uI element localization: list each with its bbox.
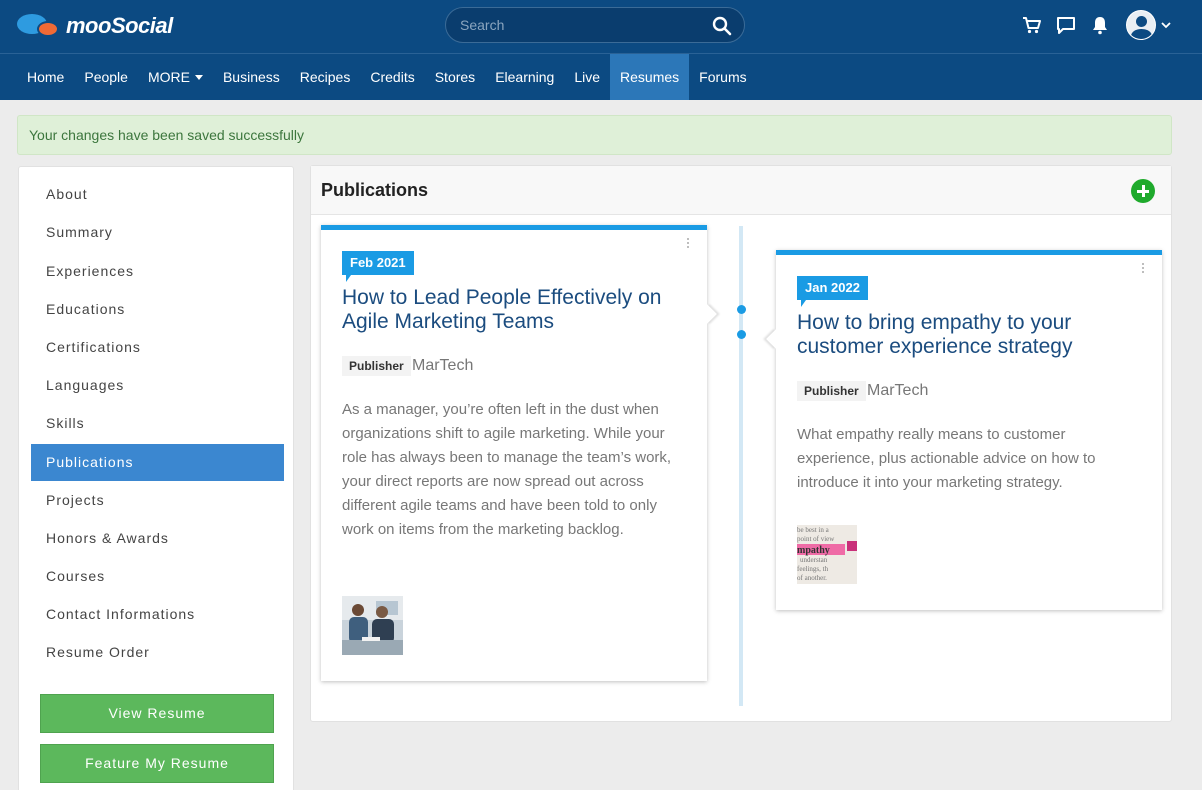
- sidebar-item-experiences[interactable]: Experiences: [31, 253, 284, 290]
- publisher-label: Publisher: [797, 381, 866, 401]
- success-alert: Your changes have been saved successfull…: [17, 115, 1172, 155]
- nav-resumes[interactable]: Resumes: [610, 54, 690, 100]
- add-publication-button[interactable]: [1131, 179, 1155, 203]
- sidebar-item-skills[interactable]: Skills: [31, 405, 284, 442]
- thumb-text: be best in a: [797, 526, 830, 534]
- sidebar-item-educations[interactable]: Educations: [31, 291, 284, 328]
- nav-credits[interactable]: Credits: [360, 54, 424, 100]
- sidebar-item-resume-order[interactable]: Resume Order: [31, 634, 284, 671]
- publication-title[interactable]: How to Lead People Effectively on Agile …: [342, 286, 692, 334]
- nav-elearning[interactable]: Elearning: [485, 54, 564, 100]
- publication-card: Feb 2021 How to Lead People Effectively …: [321, 225, 717, 681]
- sidebar-item-languages[interactable]: Languages: [31, 367, 284, 404]
- card-pointer: [697, 304, 717, 324]
- nav-more-label: MORE: [147, 69, 190, 85]
- sidebar-item-summary[interactable]: Summary: [31, 214, 284, 251]
- chevron-down-icon[interactable]: [1160, 19, 1172, 31]
- nav-stores[interactable]: Stores: [425, 54, 485, 100]
- more-options-icon[interactable]: [1141, 263, 1145, 275]
- page-title: Publications: [321, 180, 429, 200]
- sidebar-item-contact-informations[interactable]: Contact Informations: [31, 596, 284, 633]
- chat-icon[interactable]: [1056, 15, 1076, 35]
- sidebar-item-about[interactable]: About: [31, 176, 284, 213]
- sidebar-item-certifications[interactable]: Certifications: [31, 329, 284, 366]
- nav-people[interactable]: People: [74, 54, 138, 100]
- nav-more[interactable]: MORE: [138, 54, 213, 100]
- logo[interactable]: mooSocial: [17, 11, 173, 41]
- thumb-text: understan: [800, 556, 828, 564]
- publication-title[interactable]: How to bring empathy to your customer ex…: [797, 311, 1147, 359]
- thumb-text: mpathy: [797, 545, 830, 556]
- thumb-text: feelings, th: [797, 565, 829, 573]
- caret-down-icon: [194, 74, 203, 80]
- bell-icon[interactable]: [1090, 15, 1110, 35]
- view-resume-button[interactable]: View Resume: [40, 694, 274, 733]
- header-icons: [1008, 10, 1172, 40]
- publication-description: As a manager, you’re often left in the d…: [342, 401, 672, 538]
- publisher-value: MarTech: [412, 357, 474, 374]
- publications-panel: Publications Feb 2021 How to Lead People…: [310, 165, 1172, 722]
- thumb-text: point of view: [797, 535, 835, 543]
- logo-text: mooSocial: [66, 13, 173, 38]
- timeline-dot: [736, 305, 746, 314]
- publication-thumbnail[interactable]: [342, 596, 403, 655]
- timeline-line: [739, 226, 743, 706]
- search-input[interactable]: [460, 8, 710, 42]
- sidebar-item-projects[interactable]: Projects: [31, 482, 284, 519]
- nav-recipes[interactable]: Recipes: [290, 54, 361, 100]
- date-badge: Jan 2022: [797, 276, 868, 307]
- logo-icon: [17, 12, 61, 40]
- timeline-dot: [736, 330, 746, 339]
- cart-icon[interactable]: [1022, 15, 1042, 35]
- publication-thumbnail[interactable]: be best in a point of view mpathy unders…: [797, 525, 857, 584]
- publication-card: Jan 2022 How to bring empathy to your cu…: [766, 250, 1162, 610]
- publisher-label: Publisher: [342, 356, 411, 376]
- resume-sidebar: About Summary Experiences Educations Cer…: [18, 166, 294, 790]
- search-box: [445, 7, 745, 43]
- nav-business[interactable]: Business: [213, 54, 290, 100]
- card-pointer: [766, 329, 786, 349]
- avatar[interactable]: [1126, 10, 1156, 40]
- nav-home[interactable]: Home: [0, 54, 74, 100]
- sidebar-item-publications[interactable]: Publications: [31, 444, 284, 481]
- sidebar-item-courses[interactable]: Courses: [31, 558, 284, 595]
- nav-forums[interactable]: Forums: [689, 54, 756, 100]
- publication-description: What empathy really means to customer ex…: [797, 426, 1096, 491]
- feature-resume-button[interactable]: Feature My Resume: [40, 744, 274, 783]
- thumb-text: of another.: [797, 574, 827, 582]
- main-nav: Home People MORE Business Recipes Credit…: [0, 53, 1202, 100]
- publisher-value: MarTech: [867, 382, 929, 399]
- more-options-icon[interactable]: [686, 238, 690, 250]
- sidebar-item-honors-awards[interactable]: Honors & Awards: [31, 520, 284, 557]
- date-badge: Feb 2021: [342, 251, 414, 282]
- user-menu[interactable]: [1126, 10, 1172, 40]
- panel-header: Publications: [311, 166, 1171, 215]
- search-icon[interactable]: [712, 16, 732, 36]
- top-bar: mooSocial: [0, 0, 1202, 53]
- nav-live[interactable]: Live: [564, 54, 610, 100]
